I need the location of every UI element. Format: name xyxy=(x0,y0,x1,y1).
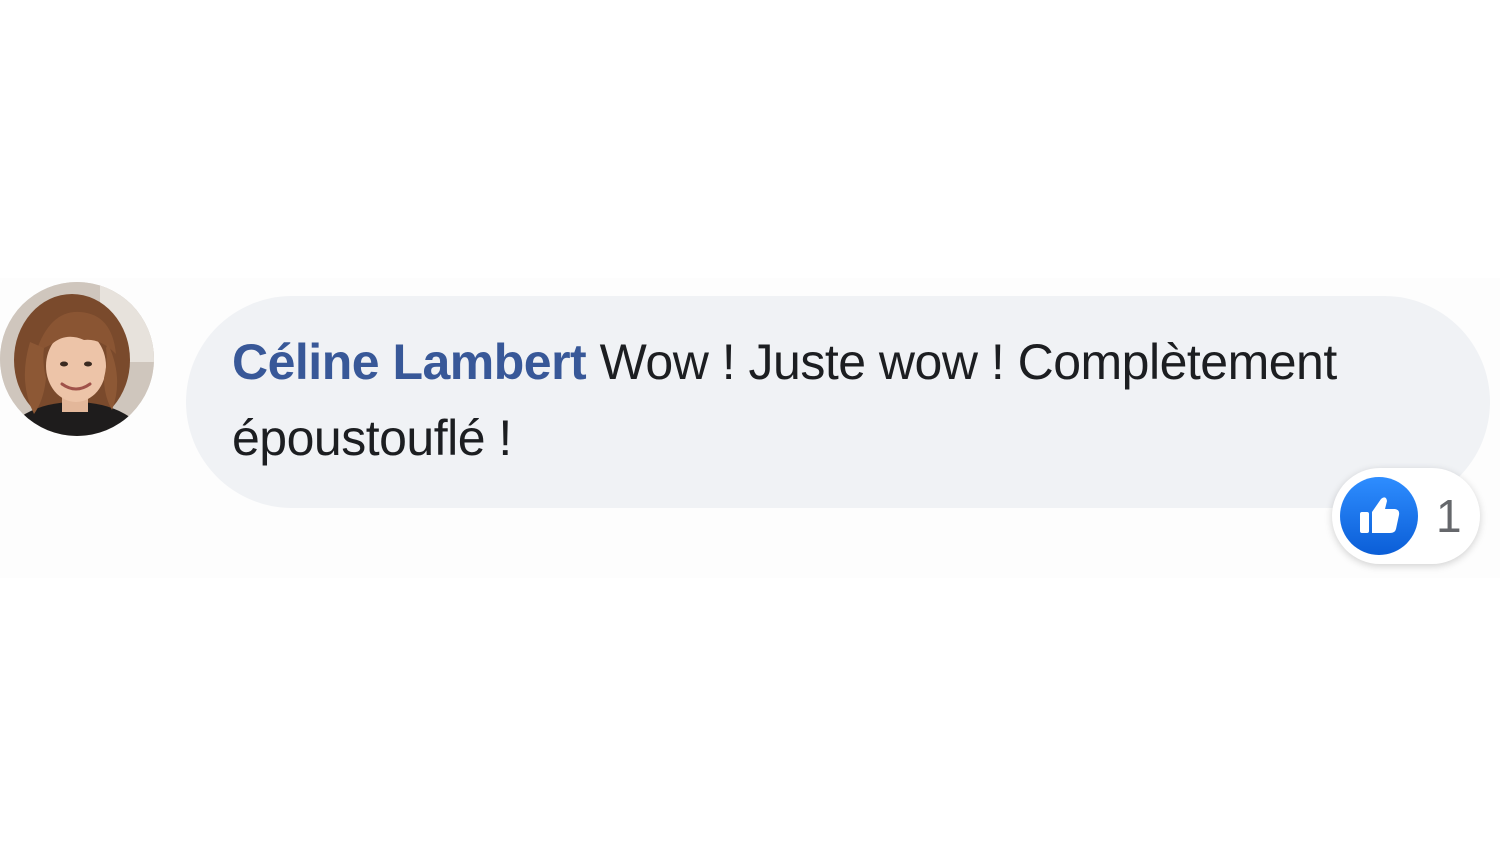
comment-bubble: Céline Lambert Wow ! Juste wow ! Complèt… xyxy=(186,296,1490,508)
reaction-summary[interactable]: 1 xyxy=(1332,468,1480,564)
avatar-photo xyxy=(0,282,154,436)
reaction-count: 1 xyxy=(1436,490,1462,542)
author-name-link[interactable]: Céline Lambert xyxy=(232,334,587,390)
like-icon xyxy=(1340,477,1418,555)
page: Céline Lambert Wow ! Juste wow ! Complèt… xyxy=(0,0,1500,844)
avatar[interactable] xyxy=(0,282,154,436)
comment-body: Céline Lambert Wow ! Juste wow ! Complèt… xyxy=(232,324,1430,476)
